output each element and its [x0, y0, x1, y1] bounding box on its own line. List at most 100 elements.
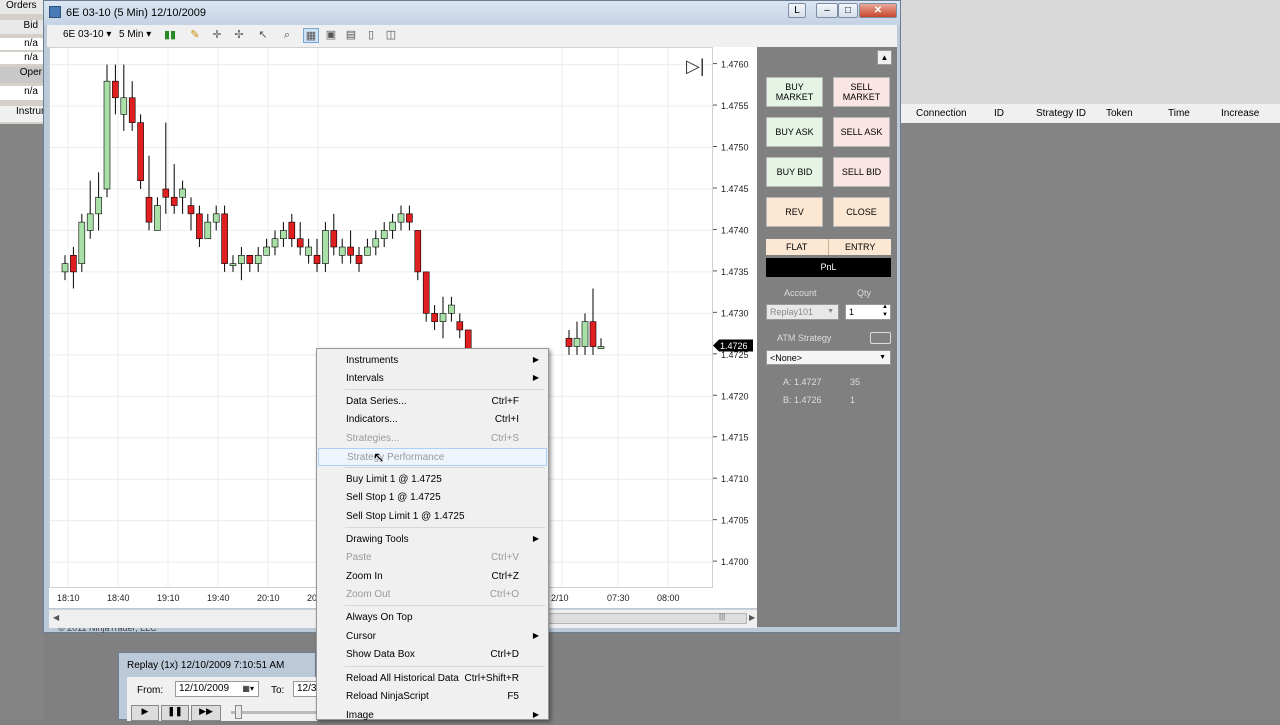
- stepper-arrows-icon[interactable]: ▲ ▼: [882, 303, 888, 319]
- add-drawing-icon[interactable]: ✛: [209, 28, 225, 43]
- sell-bid-button[interactable]: SELL BID: [833, 157, 890, 187]
- close-button[interactable]: ✕: [859, 3, 897, 18]
- menu-item-cursor[interactable]: Cursor ▶: [318, 628, 547, 646]
- atm-strategy-label: ATM Strategy: [777, 333, 832, 343]
- candle-body: [589, 321, 597, 347]
- candle-body: [254, 255, 262, 264]
- menu-item-reload-historical-data[interactable]: Reload All Historical Data Ctrl+Shift+R: [318, 670, 547, 688]
- menu-item-zoom-out[interactable]: Zoom Out Ctrl+O: [318, 586, 547, 604]
- menu-item-indicators[interactable]: Indicators... Ctrl+I: [318, 411, 547, 429]
- menu-item-always-on-top[interactable]: Always On Top: [318, 609, 547, 627]
- menu-item-image[interactable]: Image ▶: [318, 707, 547, 725]
- instrument-selector[interactable]: 6E 03-10 ▾: [63, 29, 111, 40]
- fast-forward-button[interactable]: ▶▶: [191, 705, 221, 721]
- menu-item-zoom-in[interactable]: Zoom In Ctrl+Z: [318, 568, 547, 586]
- properties-icon[interactable]: ▤: [343, 28, 359, 43]
- candle-body: [103, 80, 111, 190]
- menu-item-label: Reload NinjaScript: [346, 691, 429, 702]
- buy-bid-button[interactable]: BUY BID: [766, 157, 823, 187]
- menu-item-sell-stop-order[interactable]: Sell Stop 1 @ 1.4725: [318, 489, 547, 507]
- menu-item-strategies[interactable]: Strategies... Ctrl+S: [318, 430, 547, 448]
- minimize-button[interactable]: –: [816, 3, 838, 18]
- column-strategy-id[interactable]: Strategy ID: [1036, 108, 1086, 119]
- menu-item-instruments[interactable]: Instruments ▶: [318, 352, 547, 370]
- menu-item-sell-stop-limit-order[interactable]: Sell Stop Limit 1 @ 1.4725: [318, 508, 547, 526]
- go-to-end-icon[interactable]: ▷|: [686, 57, 705, 75]
- menu-item-label: Reload All Historical Data: [346, 673, 459, 684]
- column-connection[interactable]: Connection: [916, 108, 967, 119]
- strategies-grid-body: [900, 123, 1280, 720]
- ask-size: 35: [850, 377, 861, 387]
- replay-title[interactable]: Replay (1x) 12/10/2009 7:10:51 AM: [127, 660, 284, 671]
- play-button[interactable]: ▶: [131, 705, 159, 721]
- scroll-left-icon[interactable]: ◀: [53, 613, 59, 622]
- submenu-arrow-icon: ▶: [532, 373, 539, 382]
- from-date-input[interactable]: 12/10/2009 ▦▾: [175, 681, 259, 697]
- maximize-button[interactable]: □: [838, 3, 858, 18]
- column-time[interactable]: Time: [1168, 108, 1190, 119]
- candle-body: [137, 122, 144, 181]
- account-label: Account: [784, 288, 817, 298]
- column-id[interactable]: ID: [994, 108, 1004, 119]
- interval-selector[interactable]: 5 Min ▾: [119, 29, 151, 40]
- atm-strategy-select[interactable]: <None> ▼: [766, 350, 891, 365]
- menu-item-show-data-box[interactable]: Show Data Box Ctrl+D: [318, 646, 547, 664]
- column-increase[interactable]: Increase: [1221, 108, 1259, 119]
- menu-item-paste[interactable]: Paste Ctrl+V: [318, 549, 547, 567]
- pencil-icon[interactable]: ✎: [187, 28, 203, 43]
- order-entry-icon[interactable]: ▣: [323, 28, 339, 43]
- time-tick-label: 20:10: [257, 593, 280, 603]
- menu-item-intervals[interactable]: Intervals ▶: [318, 370, 547, 388]
- time-tick-label: 19:40: [207, 593, 230, 603]
- sell-ask-button[interactable]: SELL ASK: [833, 117, 890, 147]
- candle-body: [221, 213, 228, 264]
- menu-item-data-series[interactable]: Data Series... Ctrl+F: [318, 393, 547, 411]
- menu-item-label: Drawing Tools: [346, 534, 409, 545]
- mouse-pointer-icon: ↖: [373, 449, 385, 465]
- menu-item-label: Always On Top: [346, 612, 413, 623]
- menu-item-drawing-tools[interactable]: Drawing Tools ▶: [318, 531, 547, 549]
- chart-title-bar[interactable]: 6E 03-10 (5 Min) 12/10/2009 L – □ ✕: [44, 1, 900, 25]
- close-position-button[interactable]: CLOSE: [833, 197, 890, 227]
- price-tick-label: 1.4715: [721, 433, 749, 443]
- candle-body: [439, 313, 447, 322]
- quantity-stepper[interactable]: 1 ▲ ▼: [845, 304, 891, 320]
- remove-drawing-icon[interactable]: ✢: [231, 28, 247, 43]
- bid-size: 1: [850, 395, 856, 405]
- orders-tab[interactable]: Orders: [0, 0, 44, 14]
- price-axis[interactable]: 1.4760 1.4755 1.4750 1.4745 1.4740 1.4735 1.47…: [713, 47, 757, 588]
- reverse-button[interactable]: REV: [766, 197, 823, 227]
- link-button[interactable]: L: [788, 3, 806, 18]
- qty-label: Qty: [857, 288, 872, 298]
- column-token[interactable]: Token: [1106, 108, 1133, 119]
- price-tick-label: 1.4750: [721, 143, 749, 153]
- candle-body: [263, 246, 270, 256]
- chart-style-icon[interactable]: ▮▮: [162, 28, 178, 43]
- chart-toolbar: 6E 03-10 ▾ 5 Min ▾ ▮▮ ✎ ✛ ✢ ↖ ⌕ ▦ ▣ ▤ ▯ …: [47, 25, 897, 48]
- replay-slider-handle[interactable]: [235, 705, 242, 719]
- instrument-column[interactable]: Instrun: [0, 106, 47, 122]
- atm-dropdown-icon: ▼: [879, 354, 886, 361]
- chart-trader-icon[interactable]: ▦: [303, 28, 319, 43]
- buy-market-button[interactable]: BUY MARKET: [766, 77, 823, 107]
- candle-body: [154, 205, 161, 231]
- menu-item-reload-ninjascript[interactable]: Reload NinjaScript F5: [318, 688, 547, 706]
- atm-toggle-icon[interactable]: [870, 332, 891, 344]
- menu-item-strategy-performance[interactable]: Strategy Performance: [318, 448, 547, 466]
- zoom-icon[interactable]: ⌕: [279, 28, 295, 43]
- menu-item-buy-limit-order[interactable]: Buy Limit 1 @ 1.4725: [318, 471, 547, 489]
- candle-body: [296, 238, 304, 248]
- collapse-up-icon[interactable]: ▲: [877, 50, 892, 65]
- account-select[interactable]: Replay101 ▼: [766, 304, 839, 320]
- replay-progress-track[interactable]: [231, 711, 317, 714]
- pause-button[interactable]: ❚❚: [161, 705, 189, 721]
- candle-body: [145, 196, 153, 223]
- data-box-icon[interactable]: ▯: [363, 28, 379, 43]
- calendar-icon[interactable]: ▦▾: [242, 682, 254, 696]
- cursor-icon[interactable]: ↖: [255, 28, 271, 43]
- scroll-right-icon[interactable]: ▶: [749, 613, 755, 622]
- window-layout-icon[interactable]: ◫: [383, 28, 399, 43]
- buy-ask-button[interactable]: BUY ASK: [766, 117, 823, 147]
- to-date-input[interactable]: 12/3: [293, 681, 317, 697]
- sell-market-button[interactable]: SELL MARKET: [833, 77, 890, 107]
